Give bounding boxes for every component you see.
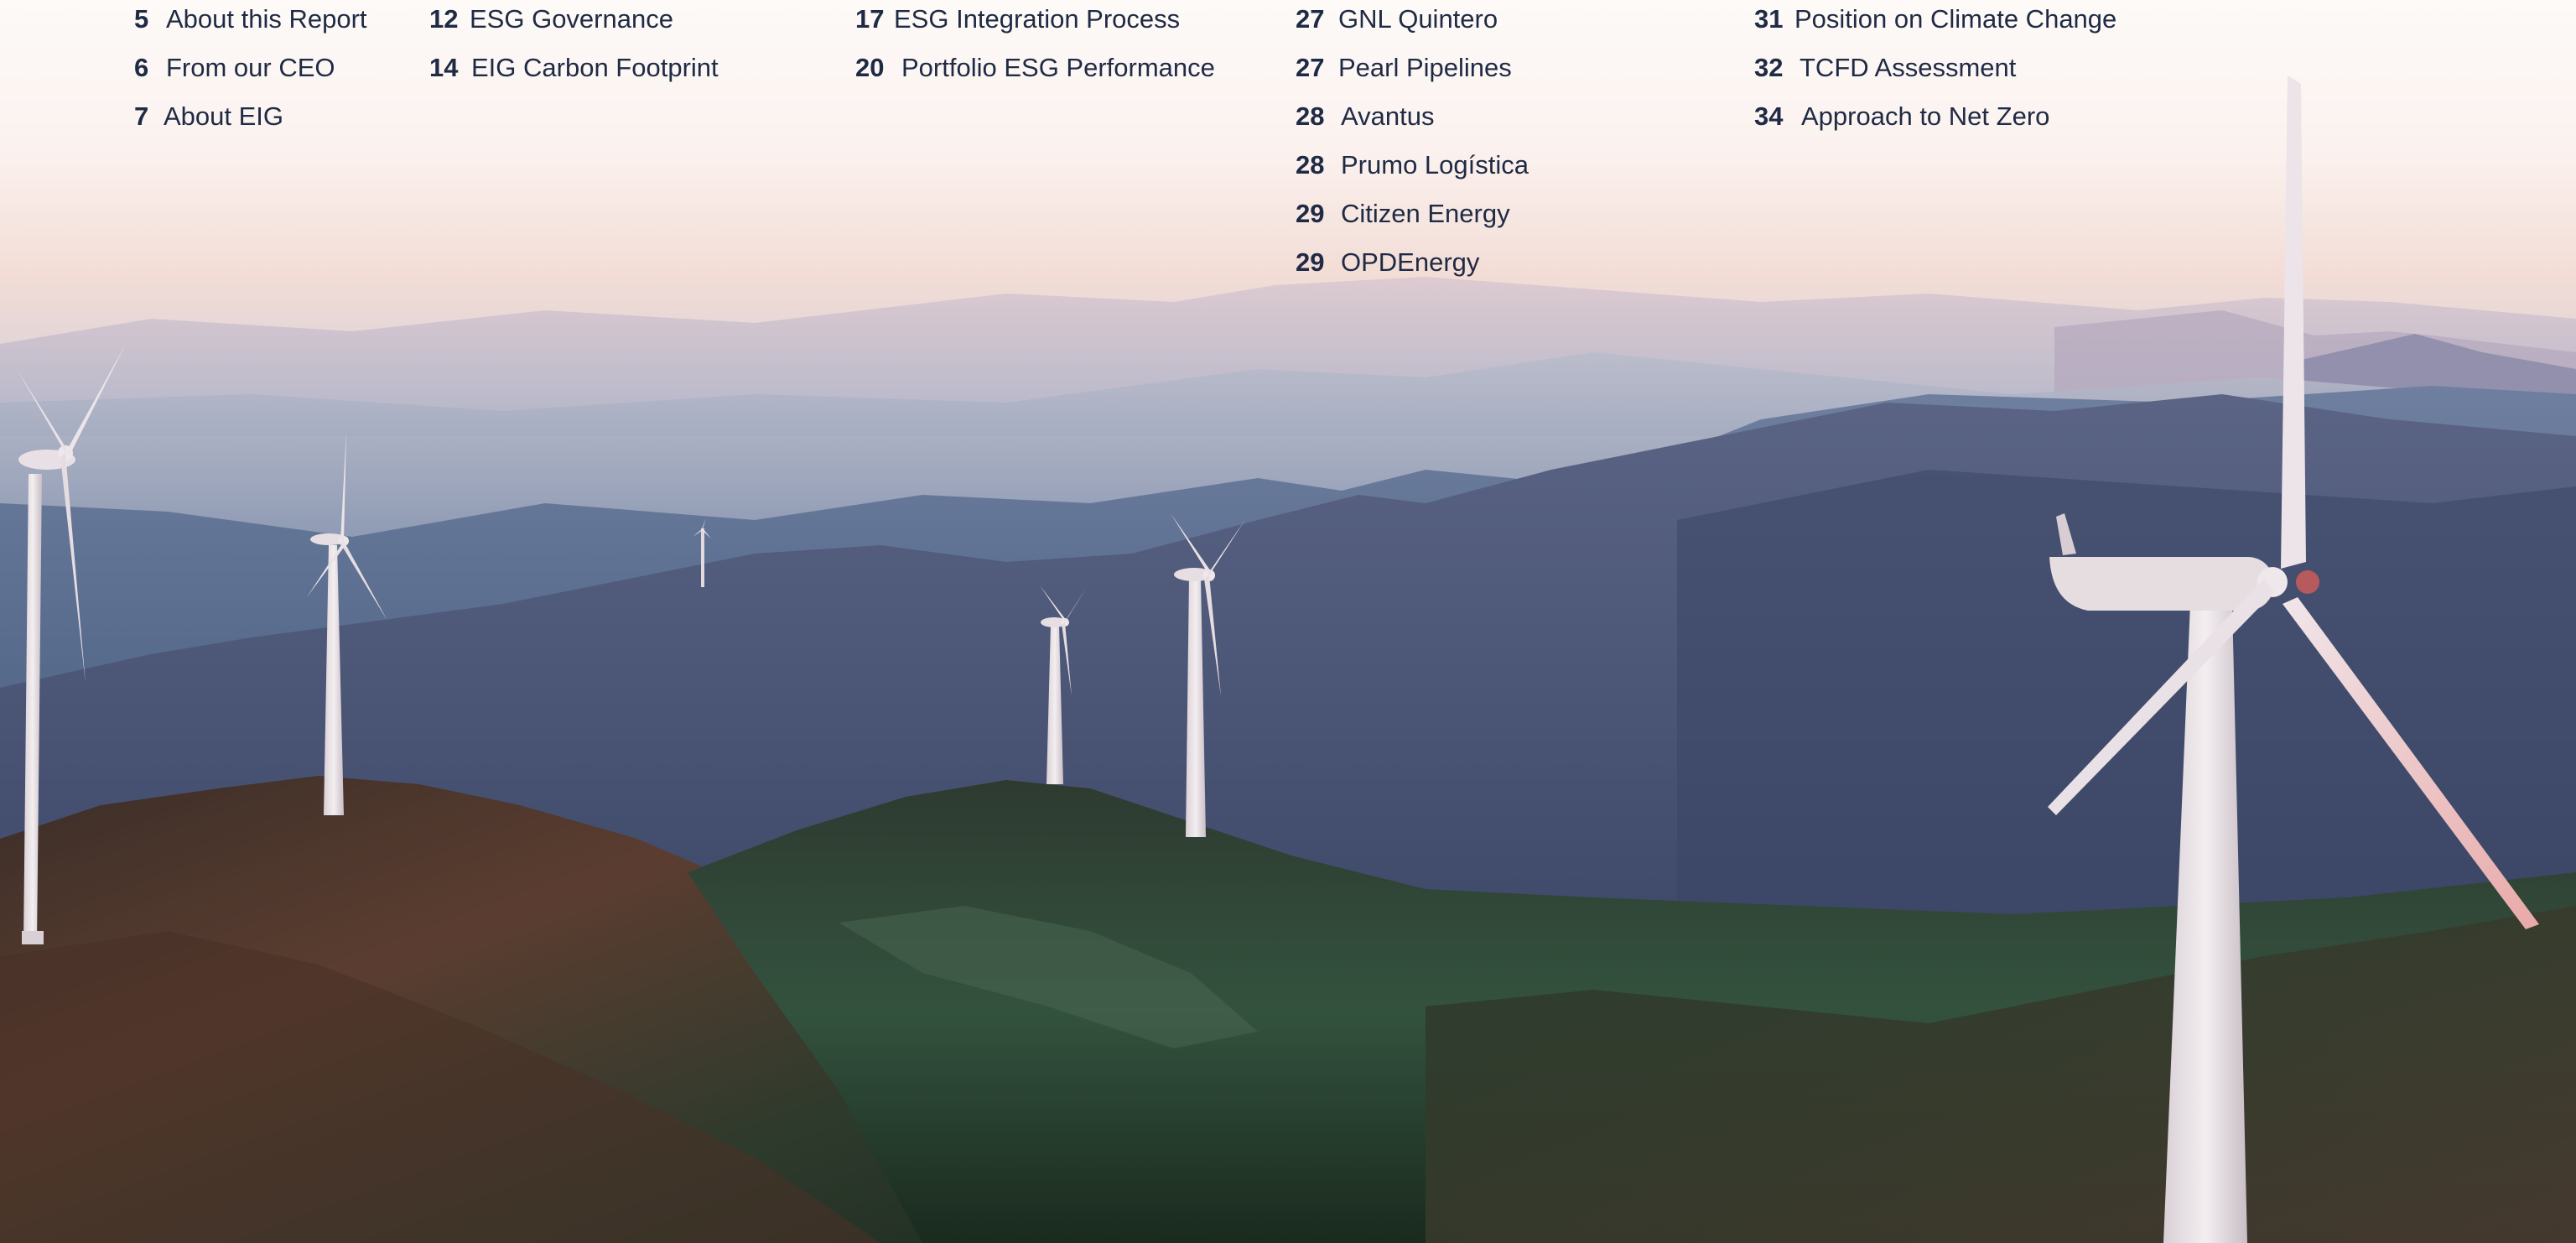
toc-title: EIG Carbon Footprint — [471, 53, 719, 82]
toc-entry[interactable]: 7 About EIG — [134, 97, 367, 146]
toc-page-number: 5 — [134, 4, 149, 34]
toc-entry[interactable]: 27 GNL Quintero — [1296, 0, 1529, 49]
toc-entry[interactable]: 32 TCFD Assessment — [1754, 49, 2116, 97]
toc-page-number: 27 — [1296, 4, 1325, 34]
toc-entry[interactable]: 34 Approach to Net Zero — [1754, 97, 2116, 146]
toc-page-number: 12 — [429, 4, 459, 34]
toc-entry[interactable]: 31 Position on Climate Change — [1754, 0, 2116, 49]
toc-page-number: 6 — [134, 53, 149, 82]
toc-entry[interactable]: 20 Portfolio ESG Performance — [855, 49, 1215, 97]
toc-page-number: 14 — [429, 53, 459, 82]
toc-page-number: 28 — [1296, 101, 1325, 131]
toc-title: Approach to Net Zero — [1801, 101, 2050, 131]
toc-column-4: 27 GNL Quintero 27 Pearl Pipelines 28 Avant… — [1296, 0, 1529, 292]
toc-page-number: 28 — [1296, 150, 1325, 179]
toc-column-2: 12 ESG Governance 14 EIG Carbon Footprint — [429, 0, 719, 97]
toc-entry[interactable]: 28 Avantus — [1296, 97, 1529, 146]
toc-entry[interactable]: 5 About this Report — [134, 0, 367, 49]
toc-page-number: 27 — [1296, 53, 1325, 82]
toc-title: OPDEnergy — [1341, 247, 1480, 277]
toc-column-5: 31 Position on Climate Change 32 TCFD Asse… — [1754, 0, 2116, 146]
toc-title: From our CEO — [166, 53, 335, 82]
wind-farm-photo — [0, 0, 2576, 1243]
toc-title: Portfolio ESG Performance — [901, 53, 1215, 82]
toc-title: ESG Governance — [470, 4, 673, 34]
toc-entry[interactable]: 29 Citizen Energy — [1296, 195, 1529, 243]
toc-page-number: 29 — [1296, 247, 1325, 277]
toc-page-number: 29 — [1296, 199, 1325, 228]
toc-entry[interactable]: 14 EIG Carbon Footprint — [429, 49, 719, 97]
toc-entry[interactable]: 17 ESG Integration Process — [855, 0, 1215, 49]
toc-page-number: 17 — [855, 4, 885, 34]
toc-title: About this Report — [166, 4, 367, 34]
toc-entry[interactable]: 29 OPDEnergy — [1296, 243, 1529, 292]
toc-page-number: 7 — [134, 101, 149, 131]
toc-column-3: 17 ESG Integration Process 20 Portfolio ES… — [855, 0, 1215, 97]
toc-column-1: 5 About this Report 6 From our CEO 7 About … — [134, 0, 367, 146]
toc-page-number: 31 — [1754, 4, 1784, 34]
toc-entry[interactable]: 12 ESG Governance — [429, 0, 719, 49]
report-page: 5 About this Report 6 From our CEO 7 About … — [0, 0, 2576, 1243]
toc-page-number: 20 — [855, 53, 885, 82]
toc-entry[interactable]: 6 From our CEO — [134, 49, 367, 97]
toc-entry[interactable]: 27 Pearl Pipelines — [1296, 49, 1529, 97]
toc-page-number: 34 — [1754, 101, 1784, 131]
toc-entry[interactable]: 28 Prumo Logística — [1296, 146, 1529, 195]
toc-page-number: 32 — [1754, 53, 1784, 82]
toc-title: Pearl Pipelines — [1338, 53, 1512, 82]
toc-title: GNL Quintero — [1338, 4, 1498, 34]
toc-title: TCFD Assessment — [1800, 53, 2017, 82]
toc-title: ESG Integration Process — [894, 4, 1181, 34]
toc-title: Avantus — [1341, 101, 1435, 131]
toc-title: Prumo Logística — [1341, 150, 1529, 179]
middle-ridge-shadow — [1677, 470, 2576, 923]
toc-title: Citizen Energy — [1341, 199, 1510, 228]
toc-title: About EIG — [164, 101, 284, 131]
toc-title: Position on Climate Change — [1794, 4, 2117, 34]
